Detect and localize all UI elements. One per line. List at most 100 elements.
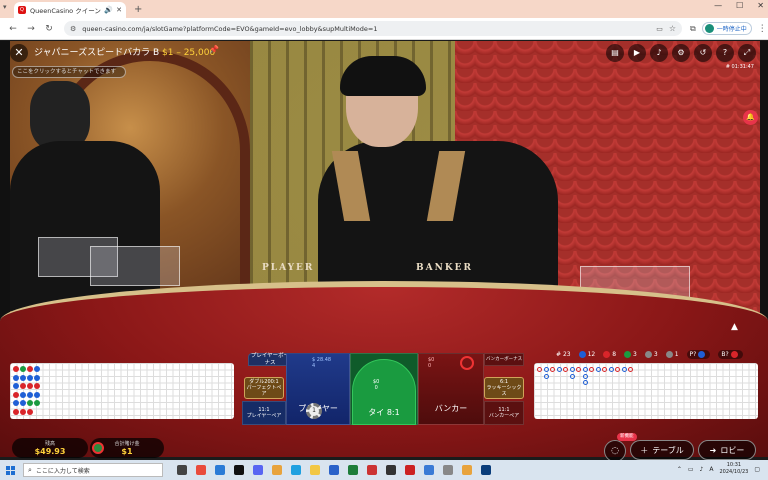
big-road-mark xyxy=(537,367,542,372)
tray-chevron-icon[interactable]: ⌃ xyxy=(677,466,682,473)
url-text[interactable]: queen-casino.com/ja/slotGame?platformCod… xyxy=(82,25,650,33)
network-icon[interactable]: ▭ xyxy=(688,466,694,473)
site-settings-icon[interactable]: ⚙ xyxy=(70,25,76,33)
balance-display: 残高 $49.93 xyxy=(12,438,88,458)
excel-icon[interactable] xyxy=(348,465,358,475)
table-button[interactable]: ＋テーブル xyxy=(630,440,694,460)
app-icon-8[interactable] xyxy=(424,465,434,475)
app-icon-7[interactable] xyxy=(405,465,415,475)
volume-tray-icon[interactable]: ♪ xyxy=(700,466,704,473)
big-road[interactable] xyxy=(534,363,758,419)
big-road-mark xyxy=(595,367,601,372)
app-icon-5[interactable] xyxy=(367,465,377,475)
address-bar[interactable]: ⚙ queen-casino.com/ja/slotGame?platformC… xyxy=(64,21,682,36)
app-icon-4[interactable] xyxy=(329,465,339,475)
banker-bonus-spot[interactable]: バンカーボーナス xyxy=(484,353,524,366)
big-road-mark xyxy=(576,367,581,372)
bead-road-mark xyxy=(13,391,19,398)
clock[interactable]: 10:31 2024/10/23 xyxy=(720,462,749,476)
bead-road-mark xyxy=(27,400,33,406)
tab-search-icon[interactable]: ▾ xyxy=(3,3,7,11)
table-banker-label: BANKER xyxy=(416,263,473,273)
player-ask-button[interactable]: P? xyxy=(686,350,711,359)
app-icon-3[interactable] xyxy=(234,465,244,475)
app-icon-1[interactable] xyxy=(196,465,206,475)
browser-toolbar: ← → ↻ ⚙ queen-casino.com/ja/slotGame?pla… xyxy=(0,18,768,40)
close-window-icon[interactable]: ✕ xyxy=(757,1,764,10)
extensions-icon[interactable]: ⧉ xyxy=(690,24,696,34)
bead-road-mark xyxy=(34,400,40,406)
task-view-icon[interactable] xyxy=(177,465,187,475)
browser-tab-bar: ▾ Q QueenCasino クイーンカジノ 🔊 ✕ + — ☐ ✕ xyxy=(0,0,768,18)
browser-tab[interactable]: Q QueenCasino クイーンカジノ 🔊 ✕ xyxy=(14,2,126,18)
file-explorer-icon[interactable] xyxy=(310,465,320,475)
edge-icon[interactable] xyxy=(291,465,301,475)
app-icon-9[interactable] xyxy=(443,465,453,475)
reload-icon[interactable]: ↻ xyxy=(44,24,54,34)
balance-value: $49.93 xyxy=(34,447,66,456)
video-icon[interactable]: ▶ xyxy=(628,44,646,62)
app-icon-2[interactable] xyxy=(215,465,225,475)
windows-start-icon[interactable] xyxy=(6,465,15,475)
bead-road-mark xyxy=(13,366,19,372)
minimize-icon[interactable]: — xyxy=(714,1,722,10)
card-tray xyxy=(90,246,180,286)
volume-icon[interactable]: ♪ xyxy=(650,44,668,62)
app-icon-6[interactable] xyxy=(386,465,396,475)
profile-label: 一時停止中 xyxy=(716,26,747,33)
close-icon[interactable]: ✕ xyxy=(10,44,28,62)
back-icon[interactable]: ← xyxy=(8,24,18,34)
round-id: # 01:31:47 xyxy=(725,64,754,70)
big-road-mark xyxy=(589,367,594,372)
multiplay-button[interactable]: ◌ xyxy=(604,440,626,462)
bookmark-star-icon[interactable]: ☆ xyxy=(669,24,676,33)
player-pair-spot[interactable]: 11:1 プレイヤーペア xyxy=(242,401,286,425)
bead-road[interactable] xyxy=(10,363,234,419)
ime-indicator[interactable]: A xyxy=(709,466,713,473)
bead-road-mark xyxy=(27,383,33,389)
fullscreen-icon[interactable]: ⤢ xyxy=(738,44,756,62)
game-title: ジャパニーズスピードバカラ B $1 – 25,000 xyxy=(34,45,215,58)
maximize-icon[interactable]: ☐ xyxy=(736,1,743,10)
history-icon[interactable]: ↺ xyxy=(694,44,712,62)
forward-icon[interactable]: → xyxy=(26,24,36,34)
chat-icon[interactable]: ▤ xyxy=(606,44,624,62)
player-dot-icon xyxy=(578,351,586,358)
player-wins: 12 xyxy=(578,351,595,358)
game-toolbar: ▤ ▶ ♪ ⚙ ↺ ? ⤢ xyxy=(606,44,756,62)
taskbar-search[interactable]: ⌕ ここに入力して検索 xyxy=(23,463,163,477)
help-icon[interactable]: ? xyxy=(716,44,734,62)
new-tab-button[interactable]: + xyxy=(134,4,142,15)
perfect-pair-label: ダブル200:1 パーフェクトペア xyxy=(246,379,282,397)
perfect-pair-spot[interactable]: ダブル200:1 パーフェクトペア xyxy=(244,377,284,399)
cast-icon[interactable]: ▭ xyxy=(656,25,663,33)
bead-road-mark xyxy=(13,408,19,415)
settings-icon[interactable]: ⚙ xyxy=(672,44,690,62)
banker-bet-total: $0 0 xyxy=(428,357,435,369)
chrome-active-icon[interactable] xyxy=(462,465,472,475)
banker-dot-icon xyxy=(603,351,611,358)
lucky-six-label: 6:1 ラッキーシックス xyxy=(486,379,522,397)
plus-icon: ＋ xyxy=(640,445,649,455)
speaker-icon[interactable]: 🔊 xyxy=(104,6,113,14)
banker-pair-spot[interactable]: 11:1 バンカーペア xyxy=(484,401,524,425)
lucky-six-spot[interactable]: 6:1 ラッキーシックス xyxy=(484,377,524,399)
discord-icon[interactable] xyxy=(253,465,263,475)
chat-input[interactable]: ここをクリックするとチャットできます xyxy=(12,66,126,78)
close-tab-icon[interactable]: ✕ xyxy=(116,6,122,14)
dealer-hair xyxy=(340,56,426,96)
menu-icon[interactable]: ⋮ xyxy=(758,24,767,34)
big-road-mark xyxy=(628,367,633,372)
player-pair-dot-icon xyxy=(644,351,652,358)
profile-button[interactable]: 一時停止中 xyxy=(701,22,752,35)
bead-road-mark xyxy=(34,374,40,381)
lobby-button[interactable]: ➜ ロビー xyxy=(698,440,756,460)
app-icon-10[interactable] xyxy=(481,465,491,475)
banker-wins: 8 xyxy=(603,351,616,358)
favorite-pin-icon[interactable]: 📌 xyxy=(209,45,219,54)
chrome-icon[interactable] xyxy=(272,465,282,475)
banker-ask-button[interactable]: B? xyxy=(718,350,743,359)
notification-icon[interactable]: ▢ xyxy=(754,466,760,473)
big-road-mark xyxy=(563,367,568,372)
bell-icon[interactable]: 🔔 xyxy=(743,110,758,125)
